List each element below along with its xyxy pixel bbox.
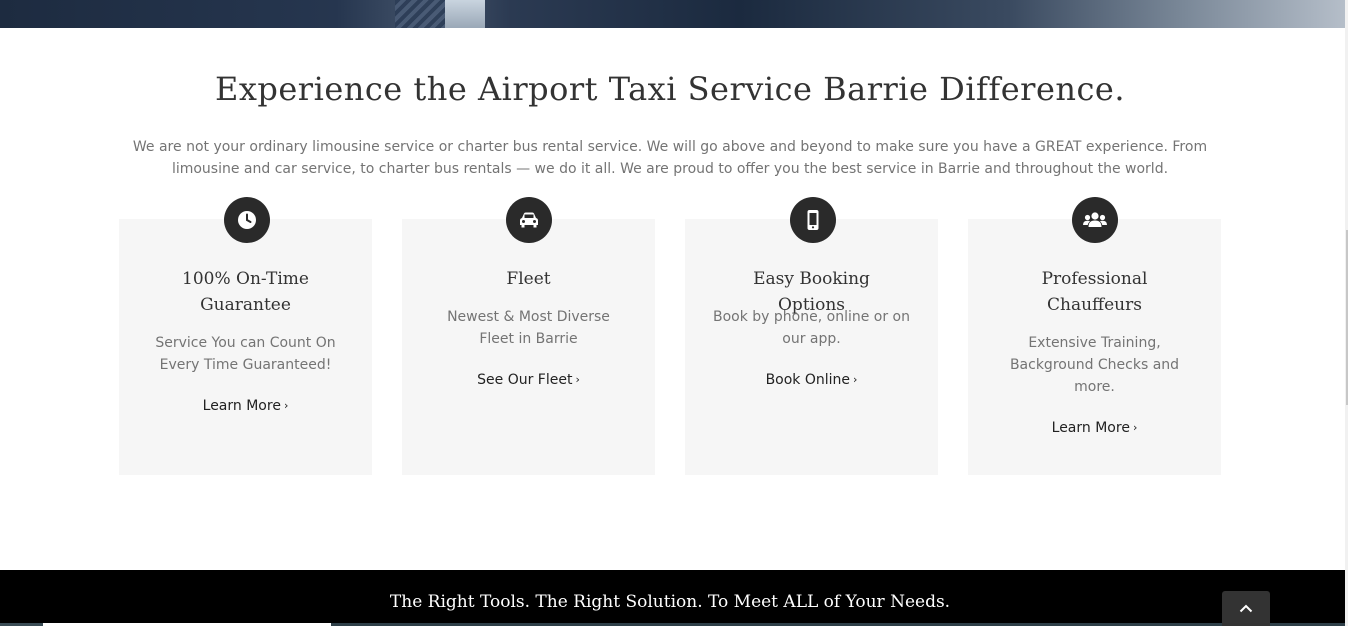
users-icon bbox=[1072, 197, 1118, 243]
chevron-right-icon: › bbox=[1132, 421, 1138, 434]
feature-description: Extensive Training, Background Checks an… bbox=[1009, 335, 1180, 395]
footer-band: The Right Tools. The Right Solution. To … bbox=[0, 570, 1345, 626]
feature-card-fleet: Fleet Newest & Most Diverse Fleet in Bar… bbox=[402, 219, 655, 475]
learn-more-link[interactable]: Learn More › bbox=[968, 420, 1221, 436]
chevron-right-icon: › bbox=[283, 399, 289, 412]
feature-card-booking: Easy Booking Options Book by phone, onli… bbox=[685, 219, 938, 475]
feature-title: 100% On-Time Guarantee bbox=[182, 269, 309, 315]
back-to-top-button[interactable] bbox=[1222, 591, 1270, 626]
chevron-right-icon: › bbox=[853, 373, 858, 386]
footer-tagline: The Right Tools. The Right Solution. To … bbox=[389, 592, 951, 612]
hero-shirt-detail bbox=[445, 0, 485, 28]
hero-tie-detail bbox=[395, 0, 445, 28]
see-our-fleet-link[interactable]: See Our Fleet › bbox=[402, 372, 655, 388]
link-label: See Our Fleet bbox=[477, 372, 573, 388]
hero-image-strip bbox=[0, 0, 1345, 28]
chevron-up-icon bbox=[1239, 604, 1253, 613]
clock-icon bbox=[224, 197, 270, 243]
link-label: Learn More bbox=[202, 398, 281, 414]
link-label: Learn More bbox=[1051, 420, 1130, 436]
feature-description: Book by phone, online or on our app. bbox=[713, 309, 910, 347]
feature-title: Fleet bbox=[506, 269, 551, 289]
feature-description: Newest & Most Diverse Fleet in Barrie bbox=[447, 309, 610, 347]
car-icon bbox=[506, 197, 552, 243]
feature-card-chauffeurs: Professional Chauffeurs Extensive Traini… bbox=[968, 219, 1221, 475]
link-label: Book Online bbox=[765, 372, 851, 388]
mobile-phone-icon bbox=[790, 197, 836, 243]
learn-more-link[interactable]: Learn More › bbox=[119, 398, 372, 414]
intro-paragraph: We are not your ordinary limousine servi… bbox=[132, 139, 1208, 177]
feature-card-on-time: 100% On-Time Guarantee Service You can C… bbox=[119, 219, 372, 475]
section-heading: Experience the Airport Taxi Service Barr… bbox=[214, 70, 1126, 108]
chevron-right-icon: › bbox=[575, 373, 580, 386]
feature-title: Professional Chauffeurs bbox=[1041, 269, 1148, 315]
feature-description: Service You can Count On Every Time Guar… bbox=[155, 335, 336, 373]
book-online-link[interactable]: Book Online › bbox=[685, 372, 938, 388]
